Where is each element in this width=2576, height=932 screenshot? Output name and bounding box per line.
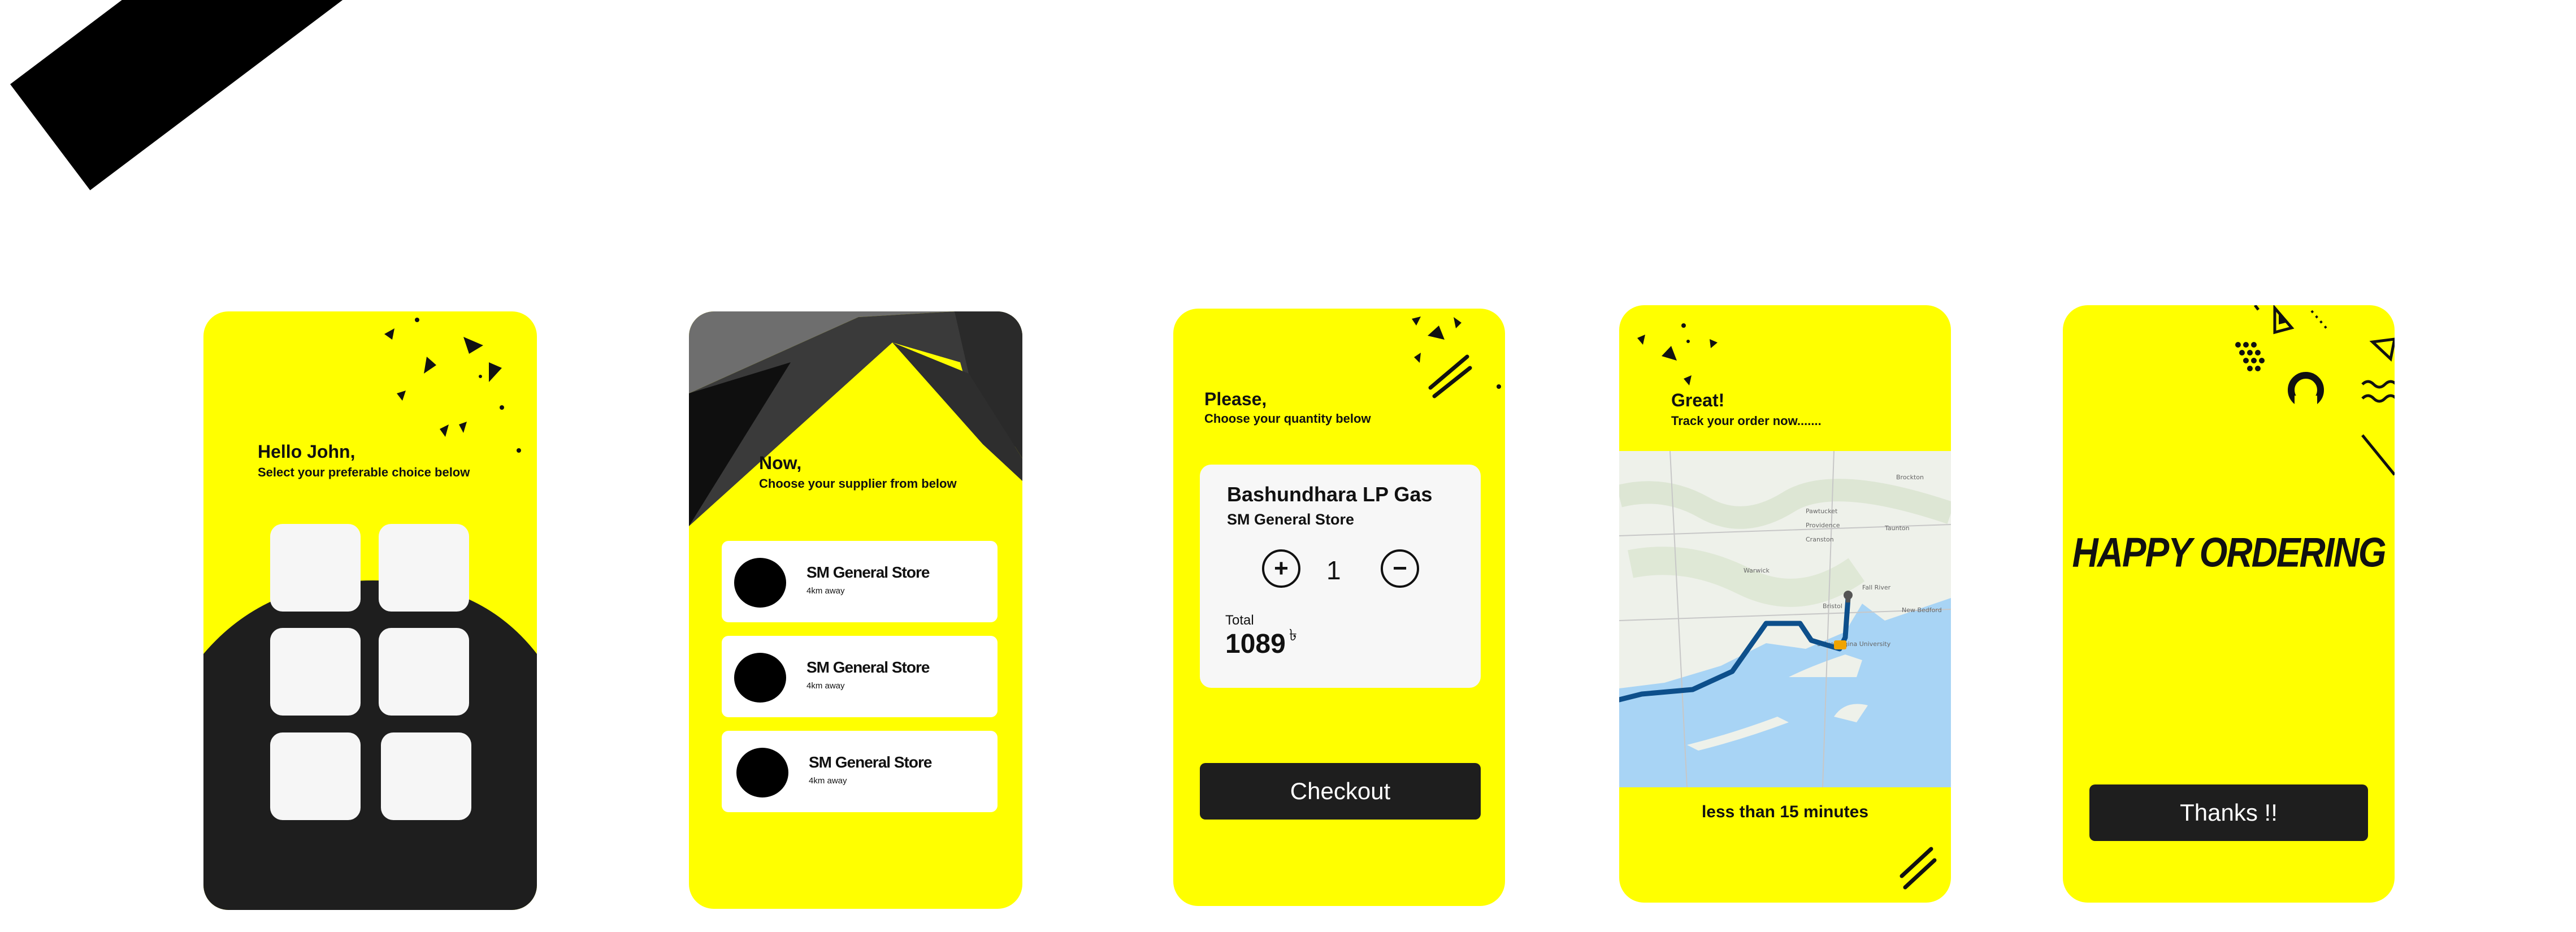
- tracking-map[interactable]: Providence Cranston Warwick Fall River N…: [1619, 451, 1951, 787]
- decorative-black-rectangle: [10, 0, 343, 190]
- supplier-name: SM General Store: [806, 563, 930, 581]
- supplier-avatar: [734, 653, 786, 703]
- decrement-button[interactable]: −: [1381, 549, 1419, 588]
- total-value: 1089: [1225, 629, 1286, 659]
- supplier-card[interactable]: SM General Store 4km away: [722, 731, 998, 812]
- choice-tile[interactable]: [270, 524, 361, 612]
- supplier-card[interactable]: SM General Store 4km away: [722, 541, 998, 622]
- confetti-decoration: [373, 311, 537, 470]
- header-geometric-shapes: [689, 311, 1022, 526]
- increment-button[interactable]: +: [1262, 549, 1300, 588]
- eta-text: less than 15 minutes: [1701, 803, 1869, 821]
- choice-tile[interactable]: [270, 732, 361, 820]
- greeting-subtitle: Choose your quantity below: [1204, 411, 1371, 426]
- supplier-card[interactable]: SM General Store 4km away: [722, 636, 998, 717]
- supplier-avatar: [736, 748, 788, 797]
- confetti-decoration: [1630, 317, 1727, 401]
- supplier-avatar: [734, 558, 786, 608]
- thanks-button[interactable]: Thanks !!: [2089, 784, 2368, 841]
- dark-arch-background: [203, 580, 537, 910]
- choice-tile[interactable]: [379, 628, 469, 716]
- product-name: Bashundhara LP Gas: [1227, 483, 1433, 506]
- quantity-card: Bashundhara LP Gas SM General Store + 1 …: [1200, 465, 1481, 688]
- map-label: Brockton: [1896, 474, 1924, 481]
- map-label: Warwick: [1744, 567, 1770, 574]
- greeting-subtitle: Choose your supplier from below: [759, 476, 957, 491]
- screen-track-order: Great! Track your order now....... Provi…: [1619, 305, 1951, 903]
- supplier-distance: 4km away: [806, 586, 845, 596]
- supplier-name: SM General Store: [809, 753, 932, 771]
- slash-decoration: [1896, 842, 1941, 893]
- choice-tile[interactable]: [381, 732, 471, 820]
- delivery-vehicle-icon: [1834, 640, 1846, 649]
- map-label: New Bedford: [1902, 606, 1942, 614]
- screen-choose-quantity: Please, Choose your quantity below Bashu…: [1173, 309, 1505, 906]
- quantity-value: 1: [1326, 556, 1341, 585]
- screen-select-choice: Hello John, Select your preferable choic…: [203, 311, 537, 910]
- map-label: Fall River: [1862, 584, 1891, 591]
- total-label: Total: [1225, 613, 1254, 628]
- currency-symbol: ৳: [1289, 626, 1297, 644]
- screen-choose-supplier: Now, Choose your supplier from below SM …: [689, 311, 1022, 909]
- greeting-heading: Great!: [1671, 390, 1725, 410]
- screen-happy-ordering: HAPPY ORDERING Thanks !!: [2063, 305, 2395, 903]
- supplier-distance: 4km away: [809, 776, 847, 786]
- map-label: Taunton: [1884, 524, 1910, 532]
- map-label: Providence: [1806, 522, 1840, 529]
- choice-tile[interactable]: [379, 524, 469, 612]
- supplier-distance: 4km away: [806, 681, 845, 691]
- greeting-heading: Please,: [1204, 389, 1267, 409]
- store-name: SM General Store: [1227, 511, 1355, 528]
- map-label: Bristol: [1823, 602, 1842, 610]
- choice-tile[interactable]: [270, 628, 361, 716]
- map-label: Pawtucket: [1806, 508, 1838, 515]
- confetti-decoration: [1399, 309, 1505, 399]
- happy-ordering-title: HAPPY ORDERING: [2072, 528, 2386, 576]
- supplier-name: SM General Store: [806, 658, 930, 676]
- greeting-subtitle: Select your preferable choice below: [258, 465, 470, 479]
- greeting-heading: Now,: [759, 453, 802, 473]
- greeting-subtitle: Track your order now.......: [1671, 414, 1822, 428]
- memphis-decoration: [2221, 305, 2395, 492]
- checkout-button[interactable]: Checkout: [1200, 763, 1481, 820]
- map-label: Cranston: [1806, 536, 1834, 543]
- greeting-heading: Hello John,: [258, 441, 355, 462]
